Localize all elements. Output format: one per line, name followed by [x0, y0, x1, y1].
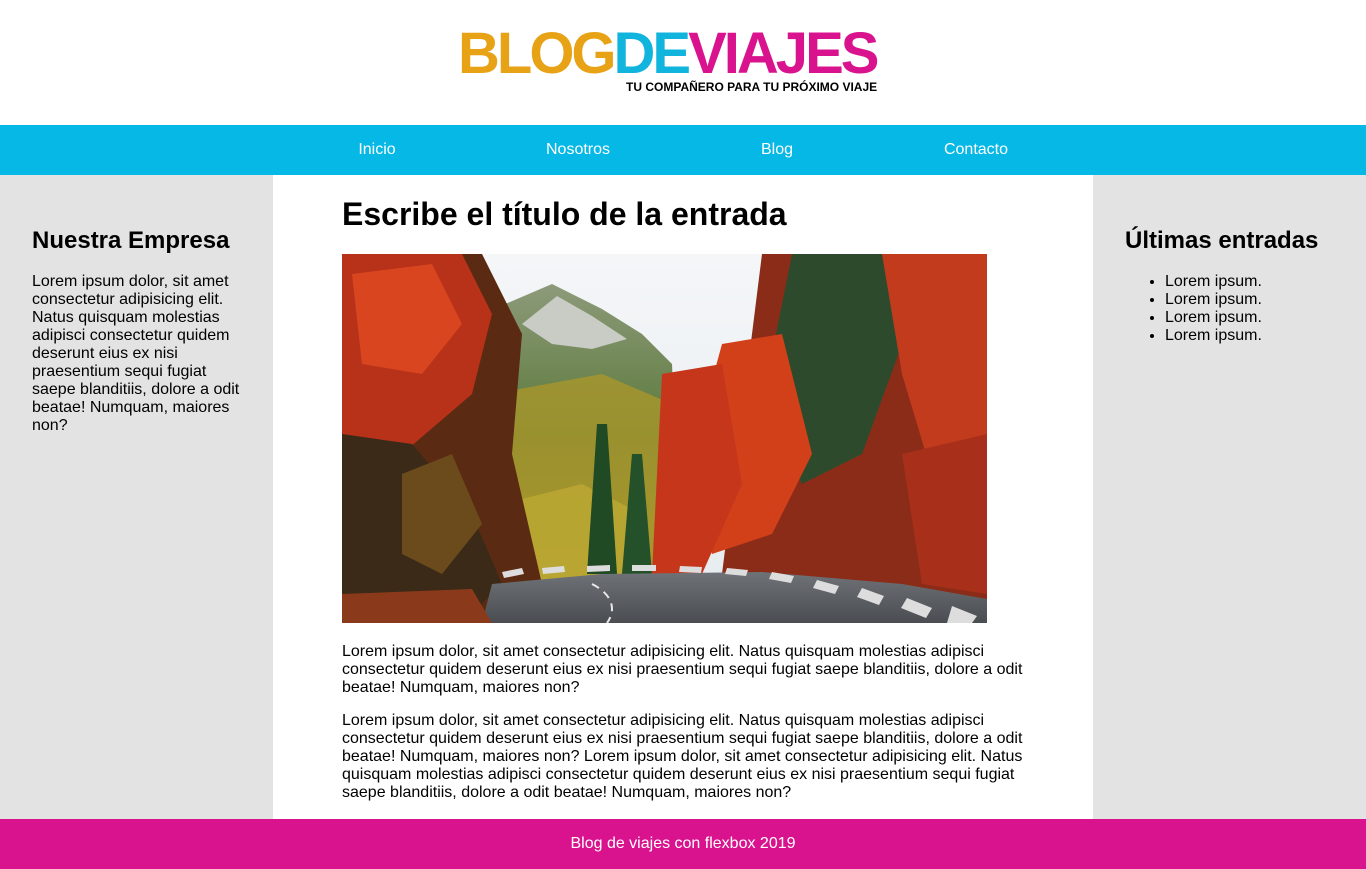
post-paragraph-1: Lorem ipsum dolor, sit amet consectetur …	[342, 643, 1023, 696]
nav-item-blog[interactable]: Blog	[677, 125, 877, 175]
sidebar-latest-entries: Últimas entradas Lorem ipsum. Lorem ipsu…	[1093, 175, 1366, 819]
autumn-road-illustration	[342, 254, 987, 623]
nav-item-inicio[interactable]: Inicio	[277, 125, 477, 175]
site-logo[interactable]: BLOGDEVIAJES TU COMPAÑERO PARA TU PRÓXIM…	[458, 24, 910, 100]
footer-text: Blog de viajes con flexbox 2019	[570, 835, 796, 852]
post-image-autumn-road	[342, 254, 987, 623]
latest-entry-link[interactable]: Lorem ipsum.	[1165, 309, 1262, 327]
nav-item-nosotros[interactable]: Nosotros	[478, 125, 678, 175]
sidebar-latest-title: Últimas entradas	[1125, 227, 1319, 254]
latest-entries-list: Lorem ipsum. Lorem ipsum. Lorem ipsum. L…	[1165, 273, 1262, 345]
post-content: Escribe el título de la entrada Lorem ip…	[273, 175, 1093, 819]
site-header: BLOGDEVIAJES TU COMPAÑERO PARA TU PRÓXIM…	[0, 0, 1366, 125]
logo-part-blog: BLOG	[458, 21, 617, 86]
nav-item-contacto[interactable]: Contacto	[876, 125, 1076, 175]
logo-part-viajes: VIAJES	[688, 21, 879, 86]
logo-part-de: DE	[613, 21, 692, 86]
logo-wordmark: BLOGDEVIAJES	[458, 21, 879, 86]
post-paragraph-2: Lorem ipsum dolor, sit amet consectetur …	[342, 712, 1023, 801]
sidebar-company-text: Lorem ipsum dolor, sit amet consectetur …	[32, 273, 240, 434]
latest-entry-link[interactable]: Lorem ipsum.	[1165, 273, 1262, 291]
post-title: Escribe el título de la entrada	[342, 196, 787, 232]
latest-entry-link[interactable]: Lorem ipsum.	[1165, 327, 1262, 345]
main-nav: Inicio Nosotros Blog Contacto	[0, 125, 1366, 175]
site-footer: Blog de viajes con flexbox 2019	[0, 819, 1366, 869]
sidebar-company-title: Nuestra Empresa	[32, 227, 230, 254]
sidebar-company: Nuestra Empresa Lorem ipsum dolor, sit a…	[0, 175, 273, 819]
latest-entry-link[interactable]: Lorem ipsum.	[1165, 291, 1262, 309]
logo-tagline: TU COMPAÑERO PARA TU PRÓXIMO VIAJE	[626, 80, 878, 94]
